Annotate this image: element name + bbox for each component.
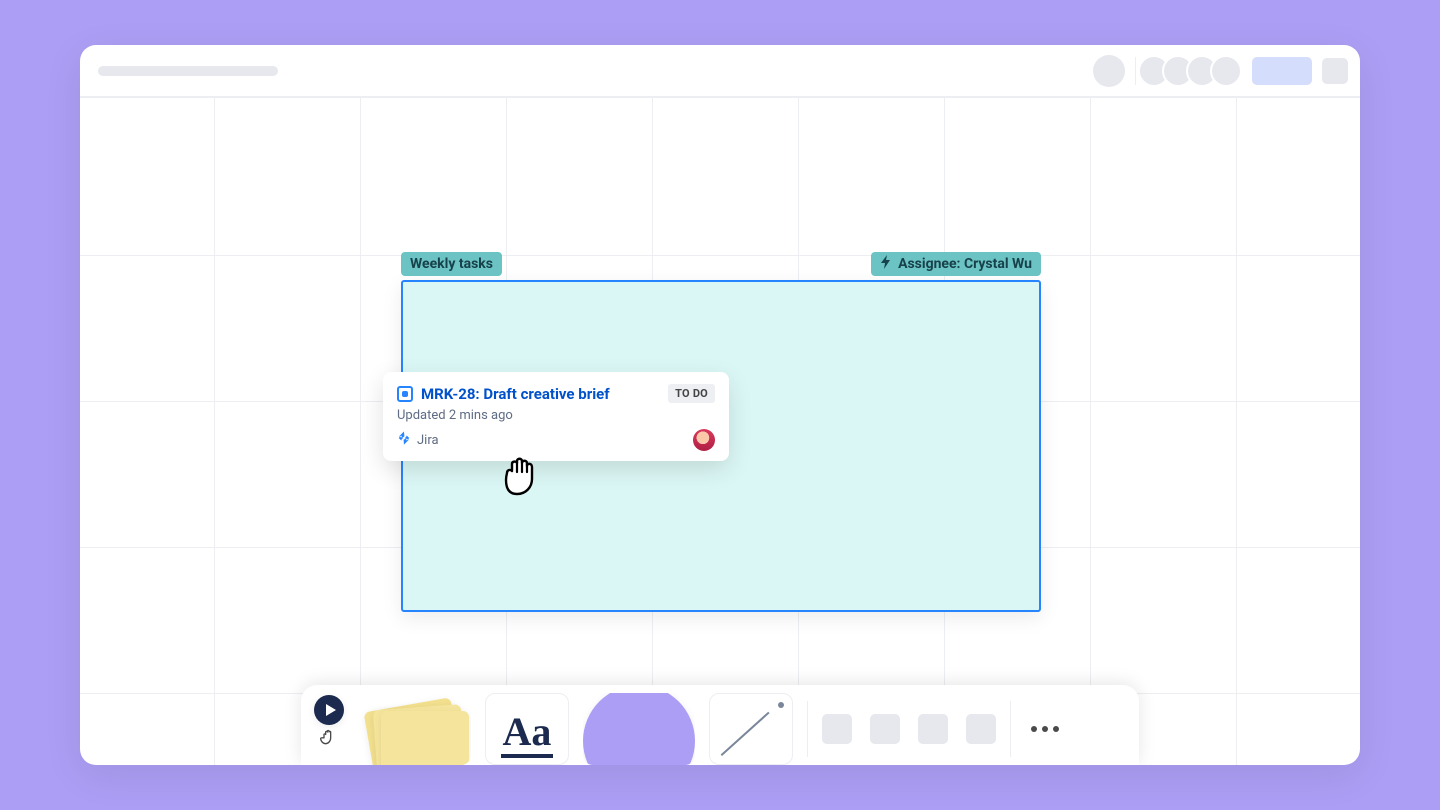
presence-stack[interactable] <box>1146 55 1242 87</box>
topbar-menu-button[interactable] <box>1322 58 1348 84</box>
issue-status-badge: TO DO <box>668 384 715 403</box>
whiteboard-panel: Weekly tasks Assignee: Crystal Wu MRK-28… <box>80 45 1360 765</box>
text-tool-glyph: Aa <box>501 712 554 758</box>
presence-avatar <box>1210 55 1242 87</box>
presence-avatar[interactable] <box>1093 55 1125 87</box>
canvas-toolbar: Aa <box>301 685 1139 765</box>
topbar-divider <box>1135 57 1136 85</box>
shape-tool[interactable] <box>583 693 695 765</box>
section-smart-filter-tag[interactable]: Assignee: Crystal Wu <box>871 252 1041 276</box>
share-button[interactable] <box>1252 57 1312 85</box>
jira-issue-card[interactable]: MRK-28: Draft creative brief TO DO Updat… <box>383 372 729 461</box>
issue-updated-text: Updated 2 mins ago <box>397 408 715 423</box>
tool-placeholder[interactable] <box>918 714 948 744</box>
tool-placeholder[interactable] <box>870 714 900 744</box>
jira-story-icon <box>397 386 413 402</box>
board-title-placeholder <box>98 66 278 76</box>
issue-title: MRK-28: Draft creative brief <box>421 385 660 403</box>
assignee-avatar[interactable] <box>693 429 715 451</box>
issue-source-app: Jira <box>397 431 439 449</box>
jira-logo-icon <box>397 431 411 449</box>
connector-tool[interactable] <box>709 693 793 765</box>
text-tool[interactable]: Aa <box>485 693 569 765</box>
issue-source-app-label: Jira <box>417 433 439 448</box>
toolbar-extra-tools <box>822 714 996 744</box>
toolbar-divider <box>1010 701 1011 757</box>
tool-placeholder[interactable] <box>966 714 996 744</box>
section-smart-filter-label: Assignee: Crystal Wu <box>898 256 1032 272</box>
pointer-mode-button[interactable] <box>314 695 344 725</box>
topbar-actions <box>1093 55 1348 87</box>
section-title-tag[interactable]: Weekly tasks <box>401 252 502 276</box>
sticky-note-tool[interactable] <box>359 693 471 765</box>
top-bar <box>80 45 1360 97</box>
tool-placeholder[interactable] <box>822 714 852 744</box>
toolbar-divider <box>807 701 808 757</box>
lightning-icon <box>880 255 892 273</box>
toolbar-more-button[interactable] <box>1025 726 1065 732</box>
hand-mode-button[interactable] <box>319 727 339 751</box>
